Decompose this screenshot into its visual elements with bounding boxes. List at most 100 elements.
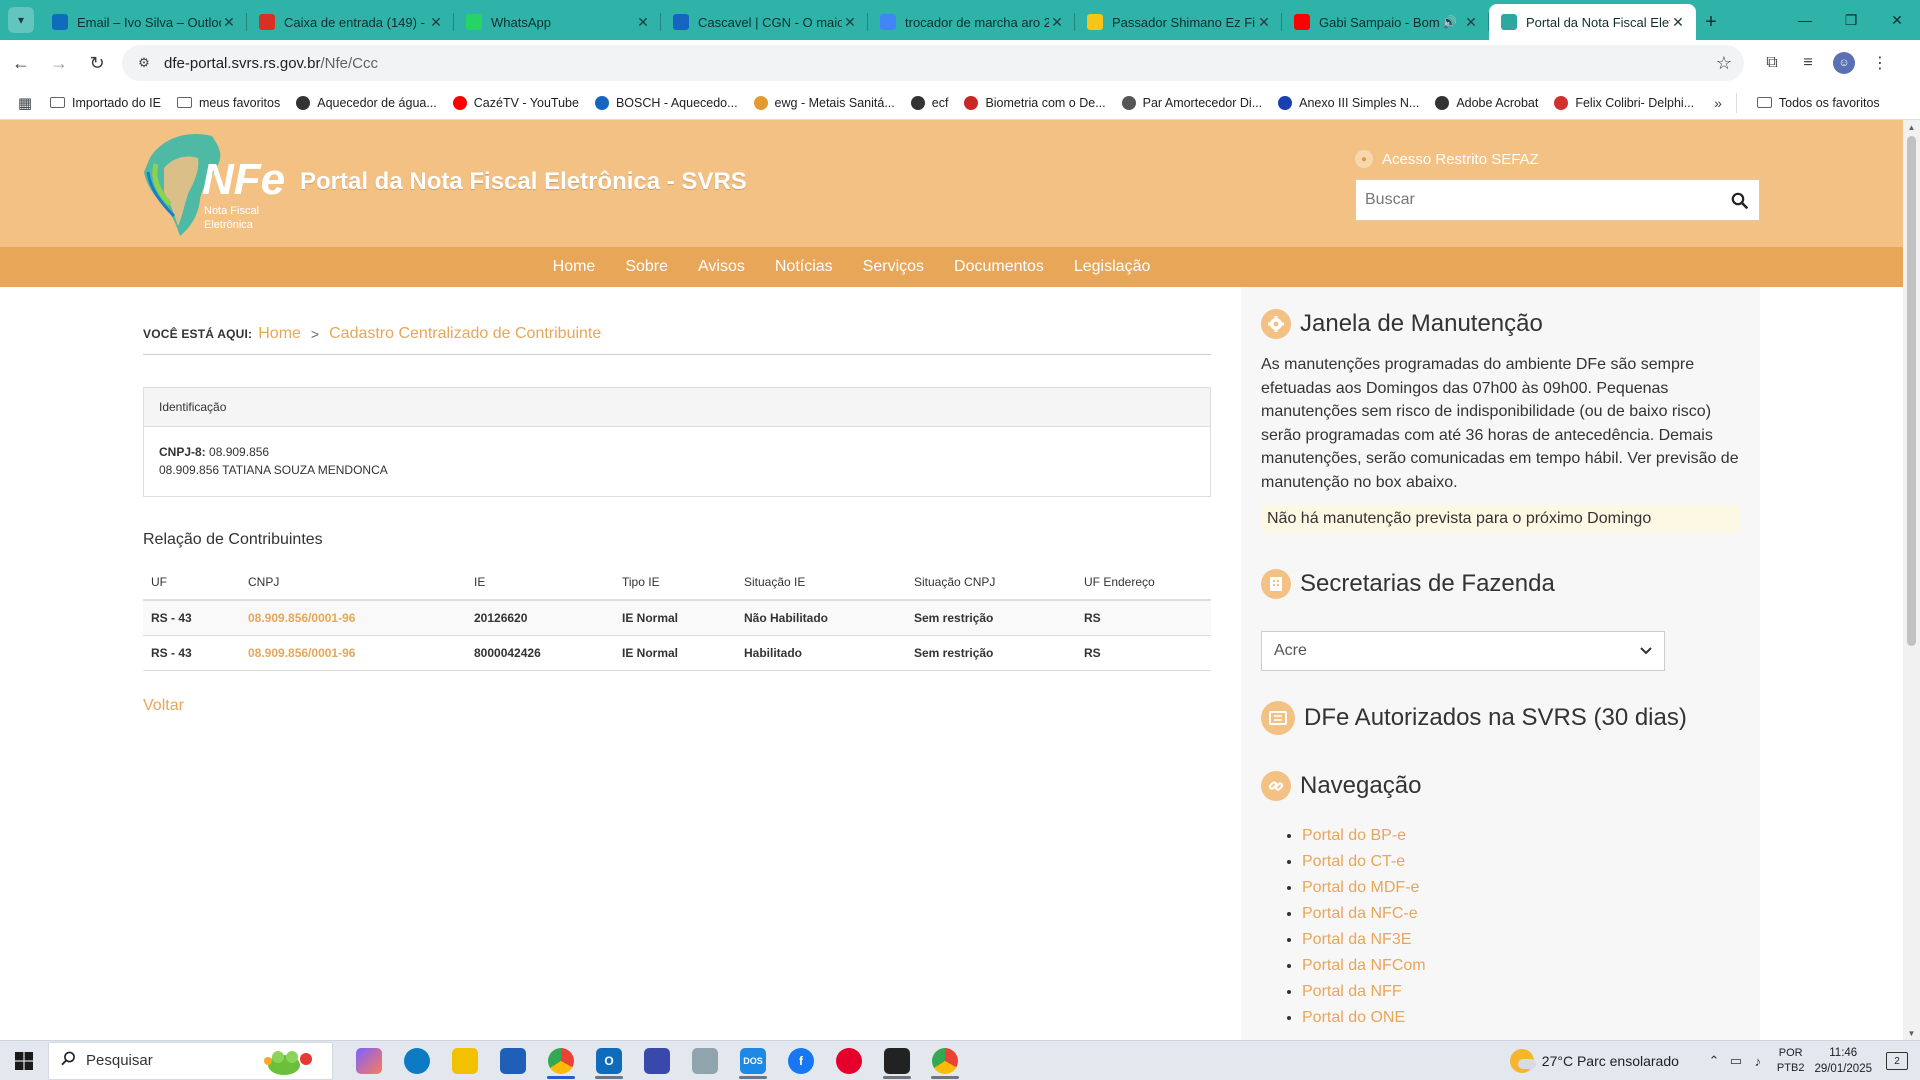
page-scrollbar[interactable]: ▲ ▼ [1903,120,1920,1040]
navegacao-link[interactable]: Portal do ONE [1302,1009,1405,1026]
browser-tab[interactable]: Passador Shimano Ez Fire ✕ [1075,4,1282,40]
navegacao-link[interactable]: Portal da NFC-e [1302,905,1418,922]
copilot-icon[interactable] [345,1041,393,1080]
close-tab-icon[interactable]: ✕ [1463,14,1479,31]
restore-button[interactable]: ❐ [1828,0,1874,40]
bookmark-item[interactable]: meus favoritos [169,89,288,117]
language-indicator[interactable]: POR PTB2 [1777,1046,1805,1076]
outlook-icon[interactable]: O [585,1041,633,1080]
browser-tab[interactable]: Caixa de entrada (149) - i ✕ [247,4,454,40]
bookmark-item[interactable]: Biometria com o De... [956,89,1113,117]
remote-app-icon[interactable] [681,1041,729,1080]
windows-start-icon[interactable] [0,1041,48,1080]
browser-tab[interactable]: Cascavel | CGN - O maior ✕ [661,4,868,40]
site-info-icon[interactable]: ⚙ [134,53,154,73]
nfe-logo[interactable]: NFe Nota Fiscal Eletrônica [142,128,292,240]
volume-icon[interactable]: ♪ [1747,1054,1769,1069]
navegacao-link[interactable]: Portal da NFCom [1302,957,1426,974]
bookmark-item[interactable]: Aquecedor de água... [288,89,445,117]
nav-item[interactable]: Notícias [760,247,848,287]
bookmark-item[interactable]: Felix Colibri- Delphi... [1546,89,1702,117]
facebook-icon[interactable]: f [777,1041,825,1080]
restricted-access-link[interactable]: ● Acesso Restrito SEFAZ [1355,150,1539,168]
address-bar[interactable]: ⚙ dfe-portal.svrs.rs.gov.br/Nfe/Ccc ☆ [122,45,1744,81]
url-text[interactable]: dfe-portal.svrs.rs.gov.br/Nfe/Ccc [164,55,1716,72]
cnpj-link[interactable]: 08.909.856/0001-96 [248,611,355,625]
chevron-up-icon[interactable]: ⌃ [1703,1053,1725,1069]
more-bookmarks-chevron-icon[interactable]: » [1714,95,1722,111]
back-button[interactable]: ← [4,46,38,80]
bookmark-star-icon[interactable]: ☆ [1716,53,1732,74]
nav-item[interactable]: Avisos [683,247,760,287]
audio-playing-icon[interactable]: 🔊 [1442,15,1457,29]
secretarias-select[interactable]: Acre [1261,631,1665,671]
dos-app-icon[interactable]: DOS [729,1041,777,1080]
apps-grid-icon[interactable]: ▦ [8,94,42,112]
browser-tab[interactable]: Email – Ivo Silva – Outlook ✕ [40,4,247,40]
forward-button[interactable]: → [42,46,76,80]
voltar-link[interactable]: Voltar [143,697,1211,715]
all-bookmarks-folder[interactable]: Todos os favoritos [1749,89,1888,117]
bookmark-item[interactable]: ewg - Metais Sanitá... [746,89,903,117]
browser-tab[interactable]: WhatsApp ✕ [454,4,661,40]
breadcrumb-current[interactable]: Cadastro Centralizado de Contribuinte [329,325,601,343]
scroll-up-arrow-icon[interactable]: ▲ [1903,120,1920,134]
scroll-down-arrow-icon[interactable]: ▼ [1903,1026,1920,1040]
cnpj-link[interactable]: 08.909.856/0001-96 [248,646,355,660]
navegacao-link[interactable]: Portal do BP-e [1302,827,1406,844]
new-tab-button[interactable]: + [1696,4,1726,40]
close-tab-icon[interactable]: ✕ [428,14,444,31]
bookmark-item[interactable]: BOSCH - Aquecedo... [587,89,746,117]
cell-cnpj[interactable]: 08.909.856/0001-96 [240,600,466,636]
close-tab-icon[interactable]: ✕ [635,14,651,31]
site-title[interactable]: Portal da Nota Fiscal Eletrônica - SVRS [300,168,747,196]
bookmark-item[interactable]: Importado do IE [42,89,169,117]
terminal-icon[interactable] [873,1041,921,1080]
bookmark-item[interactable]: Adobe Acrobat [1427,89,1546,117]
file-explorer-icon[interactable] [441,1041,489,1080]
tab-search-button[interactable]: ▾ [8,7,34,33]
chrome-icon[interactable] [537,1041,585,1080]
media-controls-icon[interactable]: ≡ [1790,45,1826,81]
notifications-icon[interactable]: 2 [1886,1052,1908,1070]
microsoft-store-icon[interactable] [489,1041,537,1080]
scrollbar-thumb[interactable] [1907,136,1916,646]
site-search-input[interactable] [1356,180,1719,220]
chrome-secondary-icon[interactable] [921,1041,969,1080]
edge-icon[interactable] [393,1041,441,1080]
bookmark-item[interactable]: ecf [903,89,957,117]
browser-tab[interactable]: Portal da Nota Fiscal Eletr ✕ [1489,4,1696,40]
search-icon[interactable] [1719,192,1759,209]
minimize-button[interactable]: — [1782,0,1828,40]
nav-item[interactable]: Sobre [610,247,683,287]
bookmark-item[interactable]: Anexo III Simples N... [1270,89,1427,117]
navegacao-link[interactable]: Portal do MDF-e [1302,879,1419,896]
browser-tab[interactable]: trocador de marcha aro 2 ✕ [868,4,1075,40]
navegacao-link[interactable]: Portal do CT-e [1302,853,1405,870]
breadcrumb-home-link[interactable]: Home [258,325,301,343]
navegacao-link[interactable]: Portal da NFF [1302,983,1402,1000]
nav-item[interactable]: Legislação [1059,247,1166,287]
bookmark-item[interactable]: CazéTV - YouTube [445,89,587,117]
nav-item[interactable]: Documentos [939,247,1059,287]
cell-cnpj[interactable]: 08.909.856/0001-96 [240,635,466,671]
close-tab-icon[interactable]: ✕ [221,14,237,31]
profile-avatar[interactable]: ☺ [1833,52,1855,74]
bookmark-item[interactable]: Par Amortecedor Di... [1114,89,1271,117]
nav-item[interactable]: Home [538,247,611,287]
close-tab-icon[interactable]: ✕ [1256,14,1272,31]
network-app-icon[interactable] [633,1041,681,1080]
reload-button[interactable]: ↻ [80,46,114,80]
close-tab-icon[interactable]: ✕ [1049,14,1065,31]
close-window-button[interactable]: ✕ [1874,0,1920,40]
nav-item[interactable]: Serviços [848,247,939,287]
browser-menu-icon[interactable]: ⋮ [1862,45,1898,81]
navegacao-link[interactable]: Portal da NF3E [1302,931,1411,948]
close-tab-icon[interactable]: ✕ [1670,14,1686,31]
extensions-icon[interactable]: ⧉ [1754,45,1790,81]
weather-widget[interactable]: 27°C Parc ensolarado [1509,1049,1679,1073]
network-icon[interactable]: ▭ [1725,1053,1747,1069]
browser-tab[interactable]: Gabi Sampaio - Bom 🔊 ✕ [1282,4,1489,40]
clock[interactable]: 11:46 29/01/2025 [1814,1045,1872,1077]
close-tab-icon[interactable]: ✕ [842,14,858,31]
